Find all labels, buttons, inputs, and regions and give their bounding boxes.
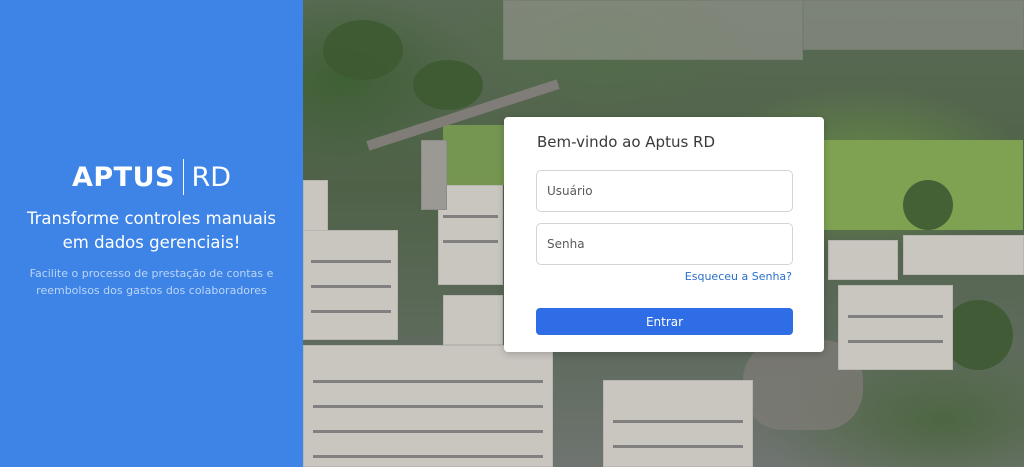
window-row (613, 420, 743, 423)
window-row (613, 445, 743, 448)
subline-line-2: reembolsos dos gastos dos colaboradores (36, 284, 267, 297)
houses (503, 0, 803, 60)
window-row (313, 380, 543, 383)
password-input[interactable] (536, 223, 793, 265)
window-row (443, 240, 498, 243)
window-row (313, 430, 543, 433)
login-title: Bem-vindo ao Aptus RD (537, 133, 716, 151)
window-row (313, 405, 543, 408)
username-input[interactable] (536, 170, 793, 212)
brand-subline: Facilite o processo de prestação de cont… (10, 265, 293, 299)
houses (803, 0, 1024, 50)
login-card: Bem-vindo ao Aptus RD Esqueceu a Senha? … (504, 117, 824, 352)
building (438, 185, 503, 285)
logo-main-text: APTUS (71, 161, 175, 193)
brand-headline: Transforme controles manuais em dados ge… (0, 207, 303, 255)
tree (903, 180, 953, 230)
window-row (311, 310, 391, 313)
window-row (848, 315, 943, 318)
window-row (311, 285, 391, 288)
building (828, 240, 898, 280)
tree (323, 20, 403, 80)
window-row (313, 455, 543, 458)
aptus-rd-logo: APTUS RD (0, 159, 303, 195)
forgot-password-link[interactable]: Esqueceu a Senha? (685, 270, 792, 283)
logo-divider (182, 159, 185, 195)
window-row (311, 260, 391, 263)
login-button[interactable]: Entrar (536, 308, 793, 335)
window-row (848, 340, 943, 343)
building (603, 380, 753, 467)
building (443, 295, 503, 345)
tree (943, 300, 1013, 370)
headline-line-2: em dados gerenciais! (62, 233, 241, 252)
subline-line-1: Facilite o processo de prestação de cont… (29, 267, 274, 280)
building (838, 285, 953, 370)
tower (421, 140, 447, 210)
building (903, 235, 1024, 275)
brand-panel: APTUS RD Transforme controles manuais em… (0, 0, 303, 467)
headline-line-1: Transforme controles manuais (26, 209, 277, 228)
logo-sub-text: RD (191, 161, 232, 193)
window-row (443, 215, 498, 218)
tree (413, 60, 483, 110)
